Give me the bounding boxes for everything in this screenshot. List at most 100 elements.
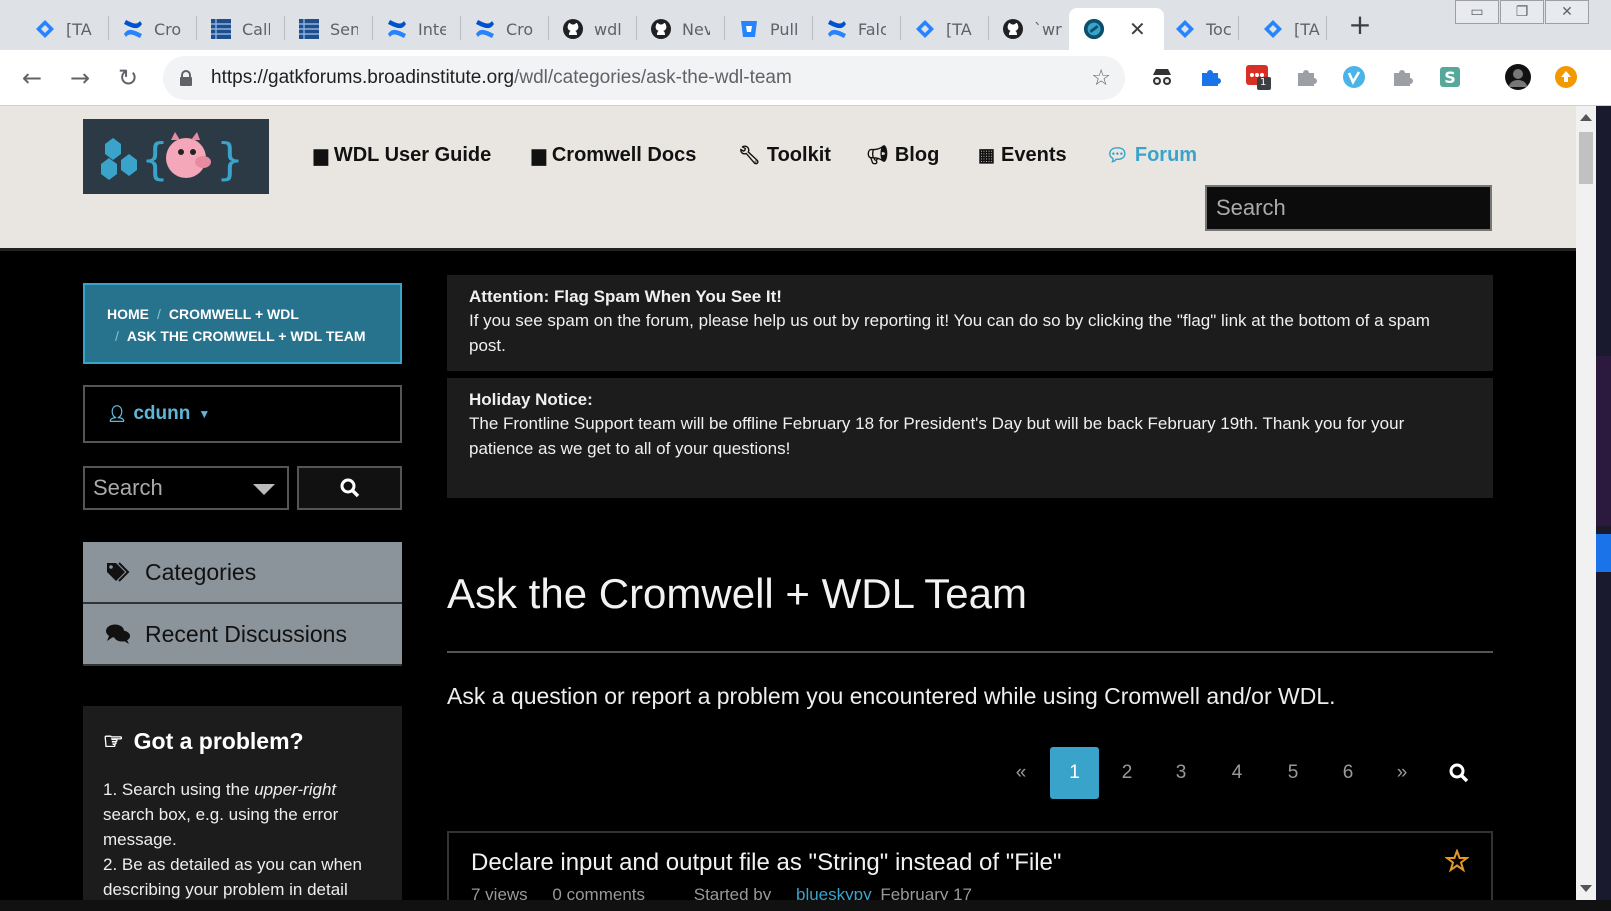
notice-body: If you see spam on the forum, please hel… bbox=[469, 311, 1430, 355]
minimize-button[interactable]: ▭ bbox=[1455, 0, 1499, 24]
notifications-extension-icon[interactable]: 1 bbox=[1244, 63, 1272, 91]
browser-tab[interactable]: [TA bbox=[1248, 8, 1336, 50]
main-content: HOME / CROMWELL + WDL / ASK THE CROMWELL + … bbox=[0, 251, 1576, 900]
browser-tab[interactable]: `wri bbox=[988, 8, 1076, 50]
pager-page[interactable]: 3 bbox=[1166, 747, 1196, 799]
forum-icon bbox=[1083, 18, 1105, 40]
notice-holiday: Holiday Notice: The Frontline Support te… bbox=[447, 378, 1493, 498]
puzzle-extension-icon[interactable] bbox=[1388, 63, 1416, 91]
restore-button[interactable]: ❐ bbox=[1500, 0, 1544, 24]
browser-tab-bar: [TA Cro Call Sen Inte Cro wdl Nev Pull F… bbox=[0, 0, 1611, 50]
back-button[interactable]: ← bbox=[16, 62, 48, 94]
reload-button[interactable]: ↻ bbox=[112, 62, 144, 94]
svg-text:{: { bbox=[141, 134, 169, 185]
nav-events[interactable]: ▦ Events bbox=[978, 144, 1067, 167]
page-scrollbar[interactable] bbox=[1576, 106, 1596, 900]
vimeo-extension-icon[interactable] bbox=[1340, 63, 1368, 91]
browser-tab[interactable]: Sen bbox=[284, 8, 372, 50]
sidebar-search-input[interactable]: Search bbox=[83, 466, 289, 510]
pager-page[interactable]: 2 bbox=[1112, 747, 1142, 799]
browser-tab[interactable]: Call bbox=[196, 8, 284, 50]
pager-page-current[interactable]: 1 bbox=[1050, 747, 1099, 799]
discussion-views: 7 views bbox=[471, 885, 528, 900]
new-tab-button[interactable]: + bbox=[1345, 10, 1375, 40]
discussion-author-link[interactable]: blueskypy bbox=[796, 885, 872, 900]
chevron-down-icon: ▼ bbox=[198, 407, 211, 421]
nav-cromwell-docs[interactable]: ▆ Cromwell Docs bbox=[532, 144, 696, 167]
document-icon bbox=[210, 18, 232, 40]
nav-forum[interactable]: 💬︎ Forum bbox=[1106, 144, 1197, 167]
page-title: Ask the Cromwell + WDL Team bbox=[447, 570, 1028, 617]
url-text: https://gatkforums.broadinstitute.org/wd… bbox=[211, 67, 792, 88]
url-bar[interactable]: https://gatkforums.broadinstitute.org/wd… bbox=[163, 56, 1125, 100]
discussion-search-button[interactable] bbox=[1444, 747, 1474, 799]
bookmark-star-icon[interactable] bbox=[1444, 848, 1470, 877]
hand-pointer-icon: ☞ bbox=[103, 728, 124, 754]
calendar-icon: ▦ bbox=[978, 145, 996, 165]
chevron-down-icon[interactable] bbox=[253, 484, 275, 495]
recent-discussions-button[interactable]: Recent Discussions bbox=[83, 604, 402, 666]
notice-title: Holiday Notice: bbox=[469, 390, 593, 409]
pager-prev[interactable]: « bbox=[1006, 747, 1036, 799]
taskbar-edge bbox=[0, 900, 1611, 911]
header-search-input[interactable]: Search bbox=[1205, 185, 1492, 231]
browser-tab[interactable]: Inte bbox=[372, 8, 460, 50]
jira-icon bbox=[34, 18, 56, 40]
breadcrumb-parent[interactable]: CROMWELL + WDL bbox=[169, 306, 299, 322]
discussion-comments: 0 comments bbox=[552, 885, 646, 900]
categories-button[interactable]: Categories bbox=[83, 542, 402, 604]
breadcrumb-current[interactable]: ASK THE CROMWELL + WDL TEAM bbox=[127, 328, 366, 344]
svg-text:}: } bbox=[216, 134, 244, 185]
browser-tab[interactable]: Falc bbox=[812, 8, 900, 50]
browser-tab[interactable]: wdl bbox=[548, 8, 636, 50]
breadcrumb: HOME / CROMWELL + WDL / ASK THE CROMWELL + … bbox=[83, 283, 402, 364]
pager-page[interactable]: 4 bbox=[1222, 747, 1252, 799]
close-window-button[interactable]: ✕ bbox=[1545, 0, 1589, 24]
forward-button[interactable]: → bbox=[64, 62, 96, 94]
book-icon: ▆ bbox=[532, 145, 546, 165]
notice-spam: Attention: Flag Spam When You See It! If… bbox=[447, 275, 1493, 371]
sidebar-search-button[interactable] bbox=[297, 466, 402, 510]
address-bar: ← → ↻ https://gatkforums.broadinstitute.… bbox=[0, 50, 1611, 106]
site-header: { } ▆ WDL User Guide ▆ Cromwell Docs 🔧︎ Too… bbox=[0, 106, 1576, 251]
scroll-down-arrow-icon[interactable] bbox=[1580, 885, 1592, 892]
browser-tab[interactable]: Nev bbox=[636, 8, 724, 50]
nav-toolkit[interactable]: 🔧︎ Toolkit bbox=[738, 144, 831, 167]
logo-image: { } bbox=[101, 131, 244, 185]
site-logo[interactable]: { } bbox=[83, 119, 269, 194]
bookmark-star-icon[interactable]: ☆ bbox=[1091, 66, 1111, 91]
browser-tab[interactable]: Toc bbox=[1160, 8, 1248, 50]
confluence-icon bbox=[386, 18, 408, 40]
pager-page[interactable]: 6 bbox=[1333, 747, 1363, 799]
puzzle-extension-icon[interactable] bbox=[1292, 63, 1320, 91]
browser-tab[interactable]: Cro bbox=[108, 8, 196, 50]
breadcrumb-home[interactable]: HOME bbox=[107, 306, 149, 322]
update-icon[interactable] bbox=[1552, 63, 1580, 91]
nav-blog[interactable]: 📢︎ Blog bbox=[866, 144, 939, 167]
background-window-edge bbox=[1596, 106, 1611, 900]
tags-icon bbox=[105, 561, 131, 583]
scroll-up-arrow-icon[interactable] bbox=[1580, 114, 1592, 121]
discussion-item[interactable]: Declare input and output file as "String… bbox=[447, 831, 1493, 900]
puzzle-extension-icon[interactable] bbox=[1196, 63, 1224, 91]
close-tab-icon[interactable]: ✕ bbox=[1129, 17, 1146, 41]
scroll-thumb[interactable] bbox=[1579, 132, 1593, 184]
bullhorn-icon: 📢︎ bbox=[866, 145, 889, 165]
discussion-title[interactable]: Declare input and output file as "String… bbox=[471, 849, 1469, 877]
nav-wdl-user-guide[interactable]: ▆ WDL User Guide bbox=[314, 144, 491, 167]
browser-tab[interactable]: Cro bbox=[460, 8, 548, 50]
user-menu[interactable]: 👤︎ cdunn ▼ bbox=[83, 385, 402, 443]
book-icon: ▆ bbox=[314, 145, 328, 165]
incognito-extension-icon[interactable] bbox=[1148, 63, 1176, 91]
browser-tab[interactable]: [TA bbox=[900, 8, 988, 50]
github-icon bbox=[650, 18, 672, 40]
profile-avatar[interactable] bbox=[1504, 63, 1532, 91]
browser-tab-active[interactable]: ✕ bbox=[1069, 8, 1164, 50]
pager-page[interactable]: 5 bbox=[1278, 747, 1308, 799]
document-icon bbox=[298, 18, 320, 40]
browser-tab[interactable]: Pull bbox=[724, 8, 812, 50]
browser-tab[interactable]: [TA bbox=[20, 8, 108, 50]
s-extension-icon[interactable]: S bbox=[1436, 63, 1464, 91]
pager-next[interactable]: » bbox=[1387, 747, 1417, 799]
help-step: 1. Search using the upper-right search b… bbox=[103, 780, 362, 899]
